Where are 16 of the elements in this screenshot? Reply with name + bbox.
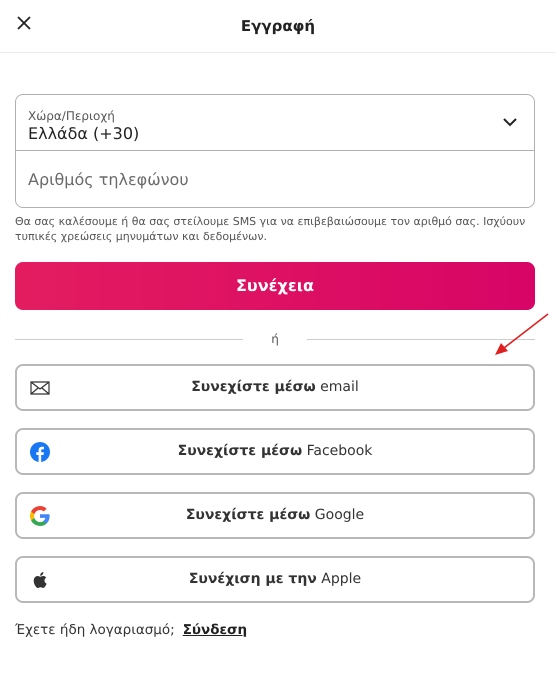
login-link[interactable]: Σύνδεση [182,622,248,638]
facebook-signin-button[interactable]: Συνεχίστε μέσω Facebook [15,428,535,475]
chevron-down-icon [502,116,518,128]
hint-text: Θα σας καλέσουμε ή θα σας στείλουμε SMS για να επιβεβαιώσουμε τον αριθμό σας. Ισχύουν τυπικές χρεώσεις μηνυμάτων και δεδομένων. [15,214,526,244]
apple-signin-button[interactable]: Συνέχιση με την Apple [15,556,535,603]
continue-button[interactable]: Συνέχεια [15,262,535,310]
google-icon [30,506,50,526]
email-signin-button[interactable]: Συνεχίστε μέσω email [15,364,535,411]
country-select[interactable]: Χώρα/Περιοχή Ελλάδα (+30) [15,94,535,151]
phone-input[interactable]: Αριθμός τηλεφώνου [15,151,535,208]
google-signin-button[interactable]: Συνεχίστε μέσω Google [15,492,535,539]
facebook-icon [30,442,50,462]
account-prompt: Έχετε ήδη λογαριασμό; [15,622,175,638]
divider-text: ή [270,331,280,348]
annotation-arrow [492,312,550,358]
dialog-title: Εγγραφή [240,16,316,37]
